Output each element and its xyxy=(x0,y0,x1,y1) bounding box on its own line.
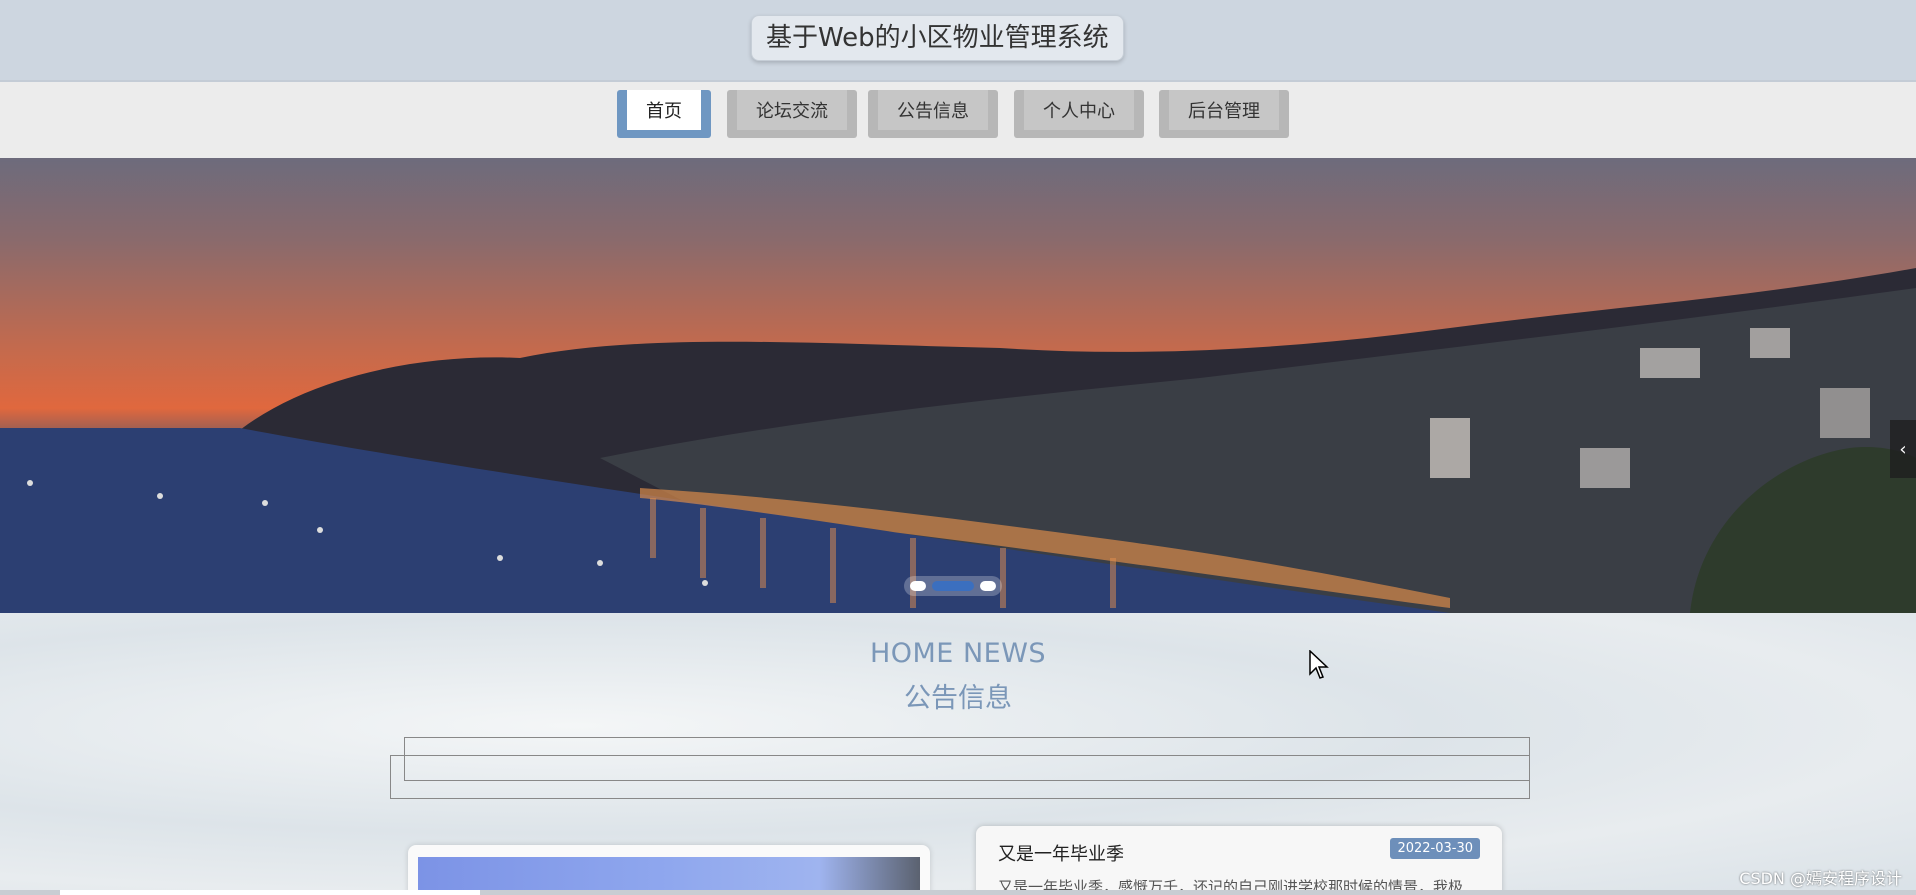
nav-home-label: 首页 xyxy=(627,90,701,130)
nav-personal-center-label: 个人中心 xyxy=(1024,90,1134,130)
nav-forum-label: 论坛交流 xyxy=(737,90,847,130)
carousel-prev-button[interactable]: ‹ xyxy=(1890,420,1916,478)
scrollbar-thumb[interactable] xyxy=(60,890,480,895)
nav-announcements[interactable]: 公告信息 xyxy=(868,90,998,138)
news-divider-frame xyxy=(390,755,1530,799)
carousel-dot[interactable] xyxy=(910,581,926,591)
mouse-cursor-icon xyxy=(1309,650,1329,679)
carousel-indicators xyxy=(904,576,1002,596)
main-nav: 首页 论坛交流 公告信息 个人中心 后台管理 xyxy=(0,82,1916,158)
banner-carousel[interactable]: ‹ xyxy=(0,158,1916,613)
watermark: CSDN @嫣安程序设计 xyxy=(1739,869,1902,888)
nav-announcements-label: 公告信息 xyxy=(878,90,988,130)
news-card[interactable]: 又是一年毕业季 2022-03-30 又是一年毕业季，感慨万千，还记的自己刚进学… xyxy=(976,826,1502,895)
chevron-left-icon: ‹ xyxy=(1899,438,1907,460)
news-date-badge: 2022-03-30 xyxy=(1390,838,1480,859)
news-title[interactable]: 又是一年毕业季 xyxy=(998,840,1124,866)
nav-admin[interactable]: 后台管理 xyxy=(1159,90,1289,138)
news-image-card[interactable] xyxy=(408,845,930,895)
nav-forum[interactable]: 论坛交流 xyxy=(727,90,857,138)
horizontal-scrollbar[interactable] xyxy=(0,890,1916,895)
site-title: 基于Web的小区物业管理系统 xyxy=(751,15,1124,61)
nav-home[interactable]: 首页 xyxy=(617,90,711,138)
news-heading-cn: 公告信息 xyxy=(904,683,1012,714)
carousel-dot-active[interactable] xyxy=(932,581,974,591)
news-section: HOME NEWS 公告信息 又是一年毕业季 2022-03-30 又是一年毕业… xyxy=(0,613,1916,895)
nav-admin-label: 后台管理 xyxy=(1169,90,1279,130)
page: 基于Web的小区物业管理系统 首页 论坛交流 公告信息 个人中心 后台管理 ‹ … xyxy=(0,0,1916,895)
site-header: 基于Web的小区物业管理系统 xyxy=(0,0,1916,82)
banner-image xyxy=(0,268,1916,613)
news-heading-en: HOME NEWS xyxy=(869,638,1047,669)
nav-personal-center[interactable]: 个人中心 xyxy=(1014,90,1144,138)
carousel-dot[interactable] xyxy=(980,581,996,591)
